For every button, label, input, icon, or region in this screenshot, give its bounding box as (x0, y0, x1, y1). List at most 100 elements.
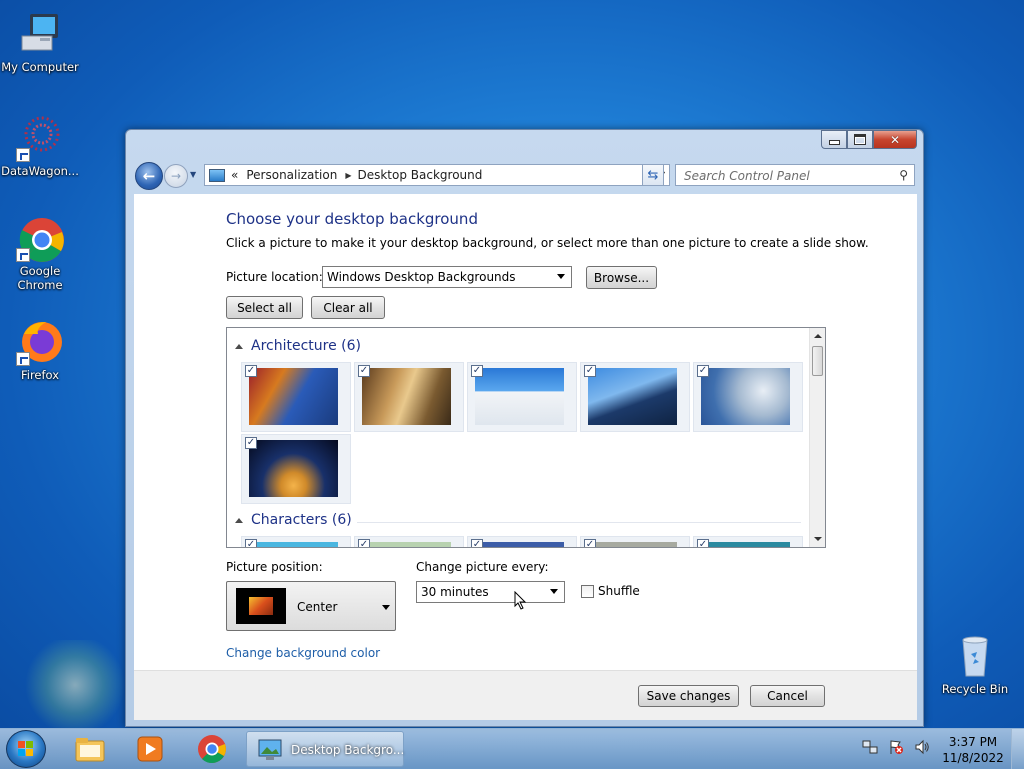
thumbnail-checkbox[interactable]: ✓ (471, 365, 483, 377)
change-background-color-link[interactable]: Change background color (226, 646, 380, 660)
action-center-flag-icon[interactable] (888, 739, 904, 755)
desktop-icon-google-chrome[interactable]: Google Chrome (0, 214, 80, 292)
control-panel-icon (209, 168, 225, 182)
clock-time: 3:37 PM (948, 735, 998, 749)
save-changes-button[interactable]: Save changes (638, 685, 739, 707)
shortcut-arrow-icon (16, 352, 30, 366)
taskbar-media-player-button[interactable] (132, 733, 168, 765)
clock-date: 11/8/2022 (942, 751, 1004, 765)
taskbar-desktop-background-task[interactable]: Desktop Backgro... (246, 731, 404, 767)
thumbnail-checkbox[interactable]: ✓ (245, 539, 257, 547)
network-icon[interactable] (862, 739, 878, 755)
scrollbar-thumb[interactable] (812, 346, 823, 376)
wallpaper-image (362, 542, 451, 547)
wallpaper-thumbnail[interactable]: ✓ (693, 362, 803, 432)
start-button[interactable] (6, 730, 46, 768)
picture-location-value: Windows Desktop Backgrounds (327, 270, 516, 284)
group-header-architecture[interactable]: Architecture (6) (235, 338, 361, 354)
desktop-icon-datawagon[interactable]: DataWagon... (0, 114, 80, 178)
browse-button[interactable]: Browse... (586, 266, 657, 289)
wallpaper-image (362, 368, 451, 425)
minimize-button[interactable] (821, 130, 847, 149)
picture-location-select[interactable]: Windows Desktop Backgrounds (322, 266, 572, 288)
shuffle-option[interactable]: Shuffle (581, 584, 640, 598)
wallpaper-thumbnail[interactable]: ✓ (580, 536, 690, 547)
clear-all-button[interactable]: Clear all (311, 296, 385, 319)
breadcrumb-separator-icon[interactable]: ▶ (345, 171, 351, 180)
thumbnail-checkbox[interactable]: ✓ (697, 365, 709, 377)
shuffle-checkbox[interactable] (581, 584, 594, 598)
wallpaper-thumbnail[interactable]: ✓ (467, 362, 577, 432)
breadcrumb-overflow[interactable]: « (231, 168, 238, 182)
chrome-icon (16, 214, 64, 262)
address-bar[interactable]: « Personalization ▶ Desktop Background ▼ (204, 164, 670, 186)
chevron-down-icon (557, 274, 565, 279)
wallpaper-thumbnail[interactable]: ✓ (354, 536, 464, 547)
picture-location-label: Picture location: (226, 270, 323, 284)
search-input[interactable] (682, 166, 886, 186)
wallpaper-thumbnail[interactable]: ✓ (467, 536, 577, 547)
taskbar-chrome-button[interactable] (194, 733, 230, 765)
system-tray (862, 739, 930, 755)
wallpaper-thumbnail[interactable]: ✓ (241, 434, 351, 504)
taskbar: Desktop Backgro... 3:37 PM 11/8/2022 (0, 728, 1024, 769)
thumbnail-checkbox[interactable]: ✓ (471, 539, 483, 547)
scroll-down-icon[interactable] (814, 537, 822, 541)
control-panel-icon (258, 739, 282, 760)
recent-pages-dropdown[interactable]: ▼ (190, 170, 196, 179)
taskbar-clock[interactable]: 3:37 PM 11/8/2022 (938, 734, 1008, 766)
desktop-icon-recycle-bin[interactable]: Recycle Bin (935, 632, 1015, 696)
desktop-icon-firefox[interactable]: Firefox (0, 318, 80, 382)
wallpaper-thumbnail[interactable]: ✓ (241, 536, 351, 547)
maximize-icon (854, 134, 866, 145)
group-header-characters[interactable]: Characters (6) (235, 512, 352, 528)
cancel-button[interactable]: Cancel (750, 685, 825, 707)
back-button[interactable]: ← (135, 162, 163, 190)
show-desktop-button[interactable] (1011, 729, 1024, 769)
wallpaper-thumbnail[interactable]: ✓ (354, 362, 464, 432)
shuffle-label: Shuffle (598, 584, 640, 598)
picture-gallery[interactable]: Architecture (6) ✓ ✓ ✓ ✓ ✓ ✓ Characters … (226, 327, 826, 548)
navigation-bar: ← → ▼ « Personalization ▶ Desktop Backgr… (134, 161, 915, 190)
page-description: Click a picture to make it your desktop … (226, 236, 869, 250)
select-all-button[interactable]: Select all (226, 296, 303, 319)
desktop-icon-my-computer[interactable]: My Computer (0, 10, 80, 74)
volume-icon[interactable] (914, 739, 930, 755)
shortcut-arrow-icon (16, 148, 30, 162)
desktop-background-window: ✕ ← → ▼ « Personalization ▶ Desktop Back… (125, 129, 924, 727)
thumbnail-checkbox[interactable]: ✓ (245, 365, 257, 377)
desktop-icon-label: DataWagon... (1, 164, 79, 178)
breadcrumb-personalization[interactable]: Personalization (246, 168, 337, 182)
recycle-bin-icon (951, 632, 999, 680)
gallery-scrollbar[interactable] (809, 328, 825, 547)
wallpaper-thumbnail[interactable]: ✓ (241, 362, 351, 432)
breadcrumb-desktop-background[interactable]: Desktop Background (357, 168, 482, 182)
taskbar-explorer-button[interactable] (72, 733, 108, 765)
page-title: Choose your desktop background (226, 210, 478, 228)
refresh-button[interactable]: ⇆ (642, 164, 664, 186)
change-interval-value: 30 minutes (421, 585, 489, 599)
wallpaper-image (588, 368, 677, 425)
change-interval-select[interactable]: 30 minutes (416, 581, 565, 603)
search-icon[interactable]: ⚲ (899, 168, 908, 182)
desktop-icon-label: Recycle Bin (941, 682, 1009, 696)
thumbnail-checkbox[interactable]: ✓ (358, 539, 370, 547)
search-box[interactable]: ⚲ (675, 164, 915, 186)
wallpaper-image (588, 542, 677, 547)
scroll-up-icon[interactable] (814, 334, 822, 338)
thumbnail-checkbox[interactable]: ✓ (358, 365, 370, 377)
thumbnail-checkbox[interactable]: ✓ (245, 437, 257, 449)
maximize-button[interactable] (847, 130, 873, 149)
windows-logo-icon (18, 741, 34, 757)
close-button[interactable]: ✕ (873, 130, 917, 149)
picture-position-select[interactable]: Center (226, 581, 396, 631)
thumbnail-checkbox[interactable]: ✓ (584, 539, 596, 547)
content-pane: Choose your desktop background Click a p… (134, 194, 917, 670)
thumbnail-checkbox[interactable]: ✓ (584, 365, 596, 377)
wallpaper-image (701, 368, 790, 425)
collapse-triangle-icon (235, 517, 243, 523)
wallpaper-thumbnail[interactable]: ✓ (693, 536, 803, 547)
thumbnail-checkbox[interactable]: ✓ (697, 539, 709, 547)
forward-button[interactable]: → (164, 164, 188, 188)
wallpaper-thumbnail[interactable]: ✓ (580, 362, 690, 432)
